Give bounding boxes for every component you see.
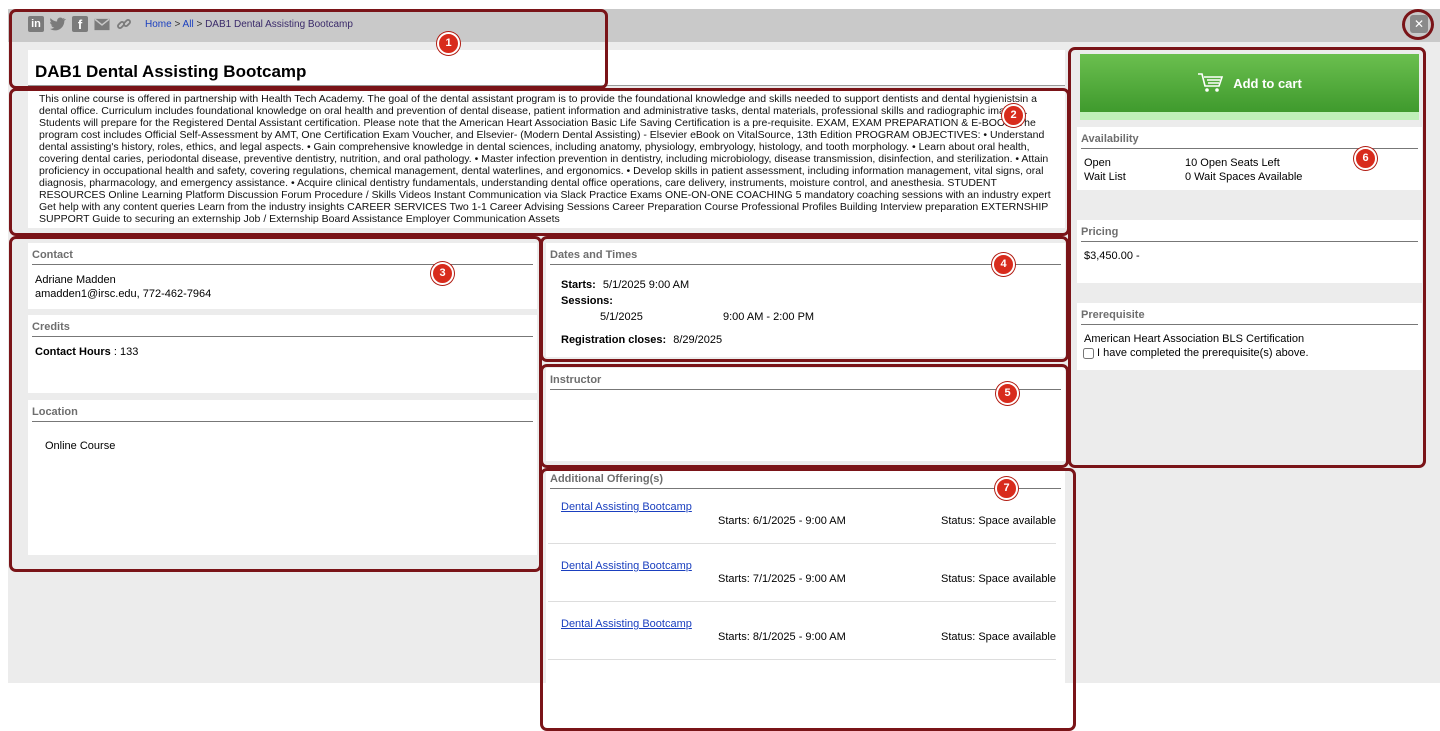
callout-outline	[540, 364, 1069, 468]
callout-outline	[9, 236, 542, 572]
course-detail-page: in f Home > All > DAB1 Dental Assisting …	[0, 0, 1440, 731]
callout-outline	[9, 88, 1070, 236]
callout-badge: 7	[995, 477, 1018, 500]
callout-badge: 5	[996, 382, 1019, 405]
callout-badge: 6	[1354, 147, 1377, 170]
callout-badge: 3	[431, 262, 454, 285]
callout-badge: 2	[1002, 104, 1025, 127]
callout-outline	[540, 236, 1069, 362]
callout-outline	[1068, 47, 1426, 468]
callout-badge: 1	[437, 32, 460, 55]
callout-outline	[540, 468, 1076, 731]
callout-badge: 4	[992, 253, 1015, 276]
callout-outline	[9, 9, 608, 89]
callout-outline-close	[1402, 9, 1434, 40]
